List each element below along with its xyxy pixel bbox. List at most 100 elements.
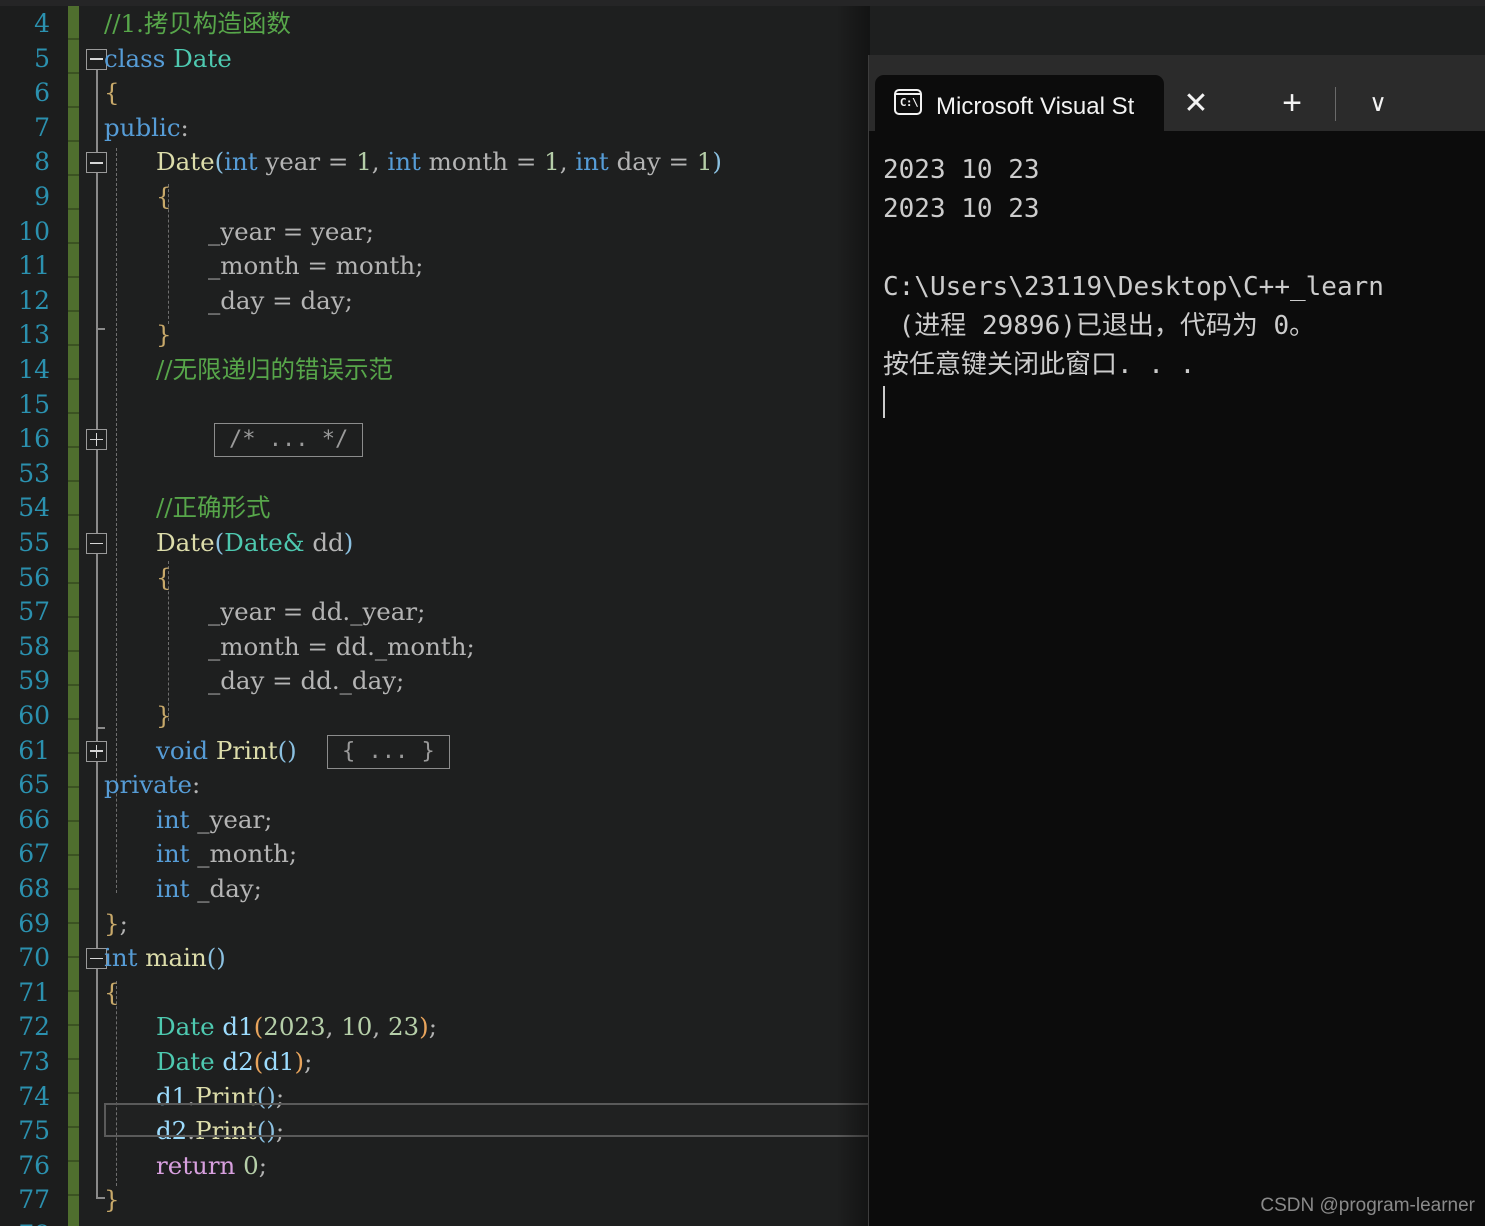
code-token: Print (195, 1081, 257, 1111)
code-token: , (325, 1012, 342, 1042)
code-token: 2023 (263, 1012, 326, 1042)
line-number: 73 (18, 1047, 50, 1076)
console-output-line: (进程 29896)已退出，代码为 0。 (883, 311, 1316, 341)
collapsed-region-pill[interactable]: /* ... */ (214, 423, 364, 458)
code-text: public: (104, 111, 189, 146)
code-token: ) (419, 1012, 429, 1042)
console-tab[interactable]: C:\ Microsoft Visual Studio 调试控 (875, 75, 1164, 131)
code-token: } (104, 1185, 120, 1215)
fold-expand-icon[interactable] (86, 429, 107, 451)
command-prompt-icon: C:\ (894, 89, 924, 117)
command-prompt-icon-text: C:\ (899, 96, 919, 109)
code-token: int (156, 839, 190, 869)
code-token: ( (253, 1047, 264, 1076)
fold-collapse-icon[interactable] (86, 533, 107, 554)
code-token: ) (294, 1047, 305, 1076)
line-number: 12 (18, 285, 50, 315)
code-token: ; (466, 631, 475, 661)
code-token: _month (189, 839, 289, 869)
code-token: = (264, 666, 301, 696)
code-token: = (299, 251, 336, 281)
code-token: d1 (156, 1081, 188, 1111)
code-token: int (387, 147, 421, 177)
code-token: year (311, 216, 366, 246)
code-token: _year (208, 597, 275, 627)
code-text: Date(Date& dd) (156, 526, 353, 561)
close-icon[interactable]: ✕ (1165, 75, 1227, 131)
code-text: class Date (104, 42, 232, 77)
code-token: Print (215, 735, 278, 765)
code-text: }; (104, 907, 128, 942)
fold-expand-icon[interactable] (86, 740, 107, 762)
line-number: 70 (18, 943, 50, 973)
code-text: _day = day; (208, 284, 353, 319)
code-token: d1 (263, 1047, 295, 1076)
code-token: ; (288, 839, 298, 869)
chevron-down-icon[interactable]: ∨ (1347, 75, 1409, 131)
line-number: 78 (0, 1218, 50, 1226)
fold-collapse-icon[interactable] (86, 152, 107, 174)
code-token: d2 (222, 1047, 254, 1076)
code-text: Date d1(2023, 10, 23); (156, 1010, 437, 1045)
code-text: _year = dd._year; (208, 595, 425, 630)
code-token: ) (712, 147, 722, 177)
code-token: ; (344, 285, 353, 315)
code-text: } (156, 699, 172, 734)
code-token: Date (156, 147, 215, 177)
code-token: 10 (341, 1012, 373, 1042)
code-token: = (264, 285, 301, 315)
line-number: 13 (18, 320, 50, 350)
collapsed-body-pill[interactable]: { ... } (327, 734, 450, 769)
code-token: //无限递归的错误示范 (156, 355, 394, 384)
code-text: { (104, 976, 120, 1011)
code-text: int _year; (156, 803, 272, 838)
line-number: 77 (18, 1185, 50, 1215)
code-text: Date d2(d1); (156, 1045, 312, 1080)
code-text: } (104, 1183, 120, 1218)
code-line[interactable]: 4 //1.拷贝构造函数 (0, 7, 1485, 42)
code-token: ( (214, 147, 225, 177)
code-token: dd. (300, 666, 340, 696)
code-token: dd. (311, 597, 351, 627)
code-token: 1 (356, 147, 372, 177)
code-token: ) (343, 528, 354, 557)
code-token: int (156, 804, 190, 834)
code-token: ; (253, 874, 262, 903)
code-token: 1 (696, 147, 713, 177)
code-token: Date (156, 1047, 215, 1076)
line-number: 5 (34, 43, 50, 73)
code-token: _day (208, 666, 265, 696)
line-number: 60 (18, 701, 50, 730)
code-text: //正确形式 (156, 491, 271, 526)
code-token: Date (173, 43, 232, 73)
console-titlebar[interactable]: C:\ Microsoft Visual Studio 调试控 ✕ + ∨ (869, 55, 1485, 131)
line-number: 65 (18, 770, 50, 800)
line-number: 9 (34, 182, 50, 211)
code-token: month (420, 147, 516, 177)
console-output-line: 2023 10 23 (883, 155, 1040, 185)
line-number: 58 (18, 631, 50, 661)
code-token: . (187, 1116, 196, 1146)
code-token: private (104, 770, 193, 800)
code-token: , (559, 147, 576, 177)
line-number: 11 (18, 251, 50, 281)
code-token: ; (396, 666, 405, 696)
console-output[interactable]: 2023 10 23 2023 10 23 C:\Users\23119\Desk… (869, 131, 1485, 1226)
line-number: 74 (18, 1081, 50, 1111)
line-number: 10 (18, 216, 50, 246)
code-token: //1.拷贝构造函数 (104, 9, 291, 38)
code-text: d2.Print(); (156, 1114, 284, 1149)
debug-console-window[interactable]: C:\ Microsoft Visual Studio 调试控 ✕ + ∨ 20… (868, 55, 1485, 1226)
code-token: } (156, 320, 172, 350)
code-token: = (515, 147, 545, 177)
console-output-line: C:\Users\23119\Desktop\C++_learn (883, 272, 1384, 302)
code-token: _year (189, 804, 265, 834)
code-token: ; (417, 597, 426, 627)
code-token: int (575, 147, 609, 177)
code-token: _month (208, 631, 300, 661)
line-number: 69 (18, 908, 50, 938)
code-text: } (156, 318, 172, 353)
code-token: , (372, 1012, 388, 1042)
new-tab-icon[interactable]: + (1261, 75, 1323, 131)
